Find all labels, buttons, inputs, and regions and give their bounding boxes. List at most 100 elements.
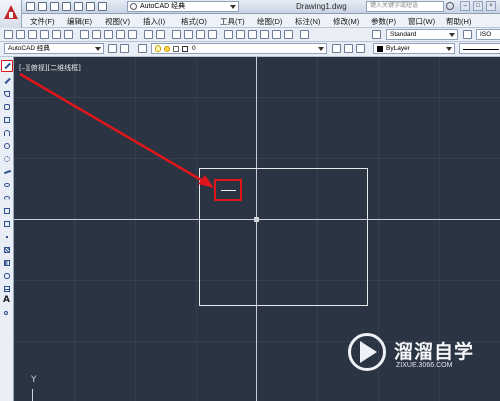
- menu-view[interactable]: 视图(V): [105, 16, 130, 27]
- save-icon[interactable]: [28, 30, 37, 39]
- ellipse-button[interactable]: [2, 180, 12, 190]
- new-file-icon[interactable]: [26, 2, 35, 11]
- line-tool-icon: [4, 62, 11, 69]
- match-properties-icon[interactable]: [116, 30, 125, 39]
- arc-icon: [4, 130, 10, 136]
- revision-cloud-button[interactable]: [2, 154, 12, 164]
- menu-parametric[interactable]: 参数(P): [371, 16, 396, 27]
- make-block-icon: [4, 221, 10, 227]
- menu-file[interactable]: 文件(F): [30, 16, 55, 27]
- search-input[interactable]: 键入关键字或短语: [366, 1, 444, 12]
- quickcalc-icon[interactable]: [284, 30, 293, 39]
- redo-icon[interactable]: [98, 2, 107, 11]
- chevron-down-icon: [95, 47, 101, 51]
- chevron-down-icon: [449, 33, 455, 37]
- pan-icon[interactable]: [172, 30, 181, 39]
- color-swatch: [377, 46, 383, 52]
- minimize-button[interactable]: –: [460, 1, 470, 11]
- markup-icon[interactable]: [272, 30, 281, 39]
- layer-properties-icon[interactable]: [138, 44, 147, 53]
- title-bar: AutoCAD 经典 Drawing1.dwg 键入关键字或短语 – □ ×: [0, 0, 500, 14]
- color-select[interactable]: ByLayer: [373, 43, 455, 54]
- my-workspace-icon[interactable]: [120, 44, 129, 53]
- multiline-text-icon[interactable]: A: [3, 295, 10, 305]
- drawing-canvas[interactable]: [–][俯视][二维线框] Y 溜溜自学 ZIXUE.3066.COM: [14, 57, 500, 401]
- zoom-realtime-icon[interactable]: [184, 30, 193, 39]
- layer-state-icon[interactable]: [356, 44, 365, 53]
- line-tool-button[interactable]: [1, 60, 13, 72]
- point-button[interactable]: [2, 232, 12, 242]
- chevron-down-icon: [318, 47, 324, 51]
- zoom-previous-icon[interactable]: [208, 30, 217, 39]
- polygon-button[interactable]: [2, 102, 12, 112]
- help-icon[interactable]: [300, 30, 309, 39]
- ellipse-arc-button[interactable]: [2, 193, 12, 203]
- arc-button[interactable]: [2, 128, 12, 138]
- sun-icon: [164, 46, 170, 52]
- workspace-dropdown[interactable]: AutoCAD 经典: [4, 43, 104, 54]
- add-selected-button[interactable]: [2, 309, 12, 319]
- layer-name: 0: [192, 45, 196, 52]
- undo-icon[interactable]: [86, 2, 95, 11]
- maximize-button[interactable]: □: [473, 1, 483, 11]
- layer-select[interactable]: 0: [151, 43, 327, 54]
- construction-line-button[interactable]: [2, 76, 12, 86]
- draw-toolbar: A: [0, 57, 14, 401]
- quick-access-toolbar: [26, 2, 107, 11]
- text-style-select[interactable]: Standard: [386, 29, 458, 40]
- undo-icon[interactable]: [144, 30, 153, 39]
- application-menu-button[interactable]: [0, 0, 22, 28]
- spline-button[interactable]: [2, 167, 12, 177]
- menu-edit[interactable]: 编辑(E): [67, 16, 92, 27]
- layer-previous-icon[interactable]: [344, 44, 353, 53]
- save-icon[interactable]: [50, 2, 59, 11]
- cut-icon[interactable]: [80, 30, 89, 39]
- new-icon[interactable]: [4, 30, 13, 39]
- search-icon[interactable]: [446, 2, 454, 10]
- block-editor-icon[interactable]: [128, 30, 137, 39]
- polygon-icon: [4, 104, 10, 110]
- open-icon[interactable]: [16, 30, 25, 39]
- open-file-icon[interactable]: [38, 2, 47, 11]
- insert-block-button[interactable]: [2, 206, 12, 216]
- redo-icon[interactable]: [156, 30, 165, 39]
- print-icon[interactable]: [74, 2, 83, 11]
- annotation-arrow-shaft: [19, 72, 209, 186]
- menu-modify[interactable]: 修改(M): [333, 16, 359, 27]
- design-center-icon[interactable]: [236, 30, 245, 39]
- menu-draw[interactable]: 绘图(D): [257, 16, 282, 27]
- plot-icon[interactable]: [40, 30, 49, 39]
- polyline-button[interactable]: [2, 89, 12, 99]
- table-button[interactable]: [2, 284, 12, 294]
- publish-icon[interactable]: [64, 30, 73, 39]
- properties-icon[interactable]: [224, 30, 233, 39]
- menu-format[interactable]: 格式(O): [181, 16, 207, 27]
- tool-palettes-icon[interactable]: [248, 30, 257, 39]
- dim-style-select[interactable]: ISO: [476, 29, 500, 40]
- watermark-url: ZIXUE.3066.COM: [396, 362, 453, 369]
- gradient-button[interactable]: [2, 258, 12, 268]
- make-block-button[interactable]: [2, 219, 12, 229]
- make-current-layer-icon[interactable]: [332, 44, 341, 53]
- menu-dimension[interactable]: 标注(N): [295, 16, 320, 27]
- circle-button[interactable]: [2, 141, 12, 151]
- rectangle-button[interactable]: [2, 115, 12, 125]
- menu-insert[interactable]: 插入(I): [143, 16, 165, 27]
- save-as-icon[interactable]: [62, 2, 71, 11]
- close-button[interactable]: ×: [486, 1, 496, 11]
- zoom-window-icon[interactable]: [196, 30, 205, 39]
- workspace-settings-icon[interactable]: [108, 44, 117, 53]
- region-button[interactable]: [2, 271, 12, 281]
- workspace-select[interactable]: AutoCAD 经典: [127, 1, 239, 12]
- copy-icon[interactable]: [92, 30, 101, 39]
- paste-icon[interactable]: [104, 30, 113, 39]
- menu-help[interactable]: 帮助(H): [446, 16, 471, 27]
- hatch-button[interactable]: [2, 245, 12, 255]
- linetype-select[interactable]: [459, 43, 500, 54]
- plot-preview-icon[interactable]: [52, 30, 61, 39]
- menu-tools[interactable]: 工具(T): [220, 16, 245, 27]
- sheet-set-icon[interactable]: [260, 30, 269, 39]
- circle-icon: [4, 143, 10, 149]
- menu-window[interactable]: 窗口(W): [408, 16, 435, 27]
- insert-block-icon: [4, 208, 10, 214]
